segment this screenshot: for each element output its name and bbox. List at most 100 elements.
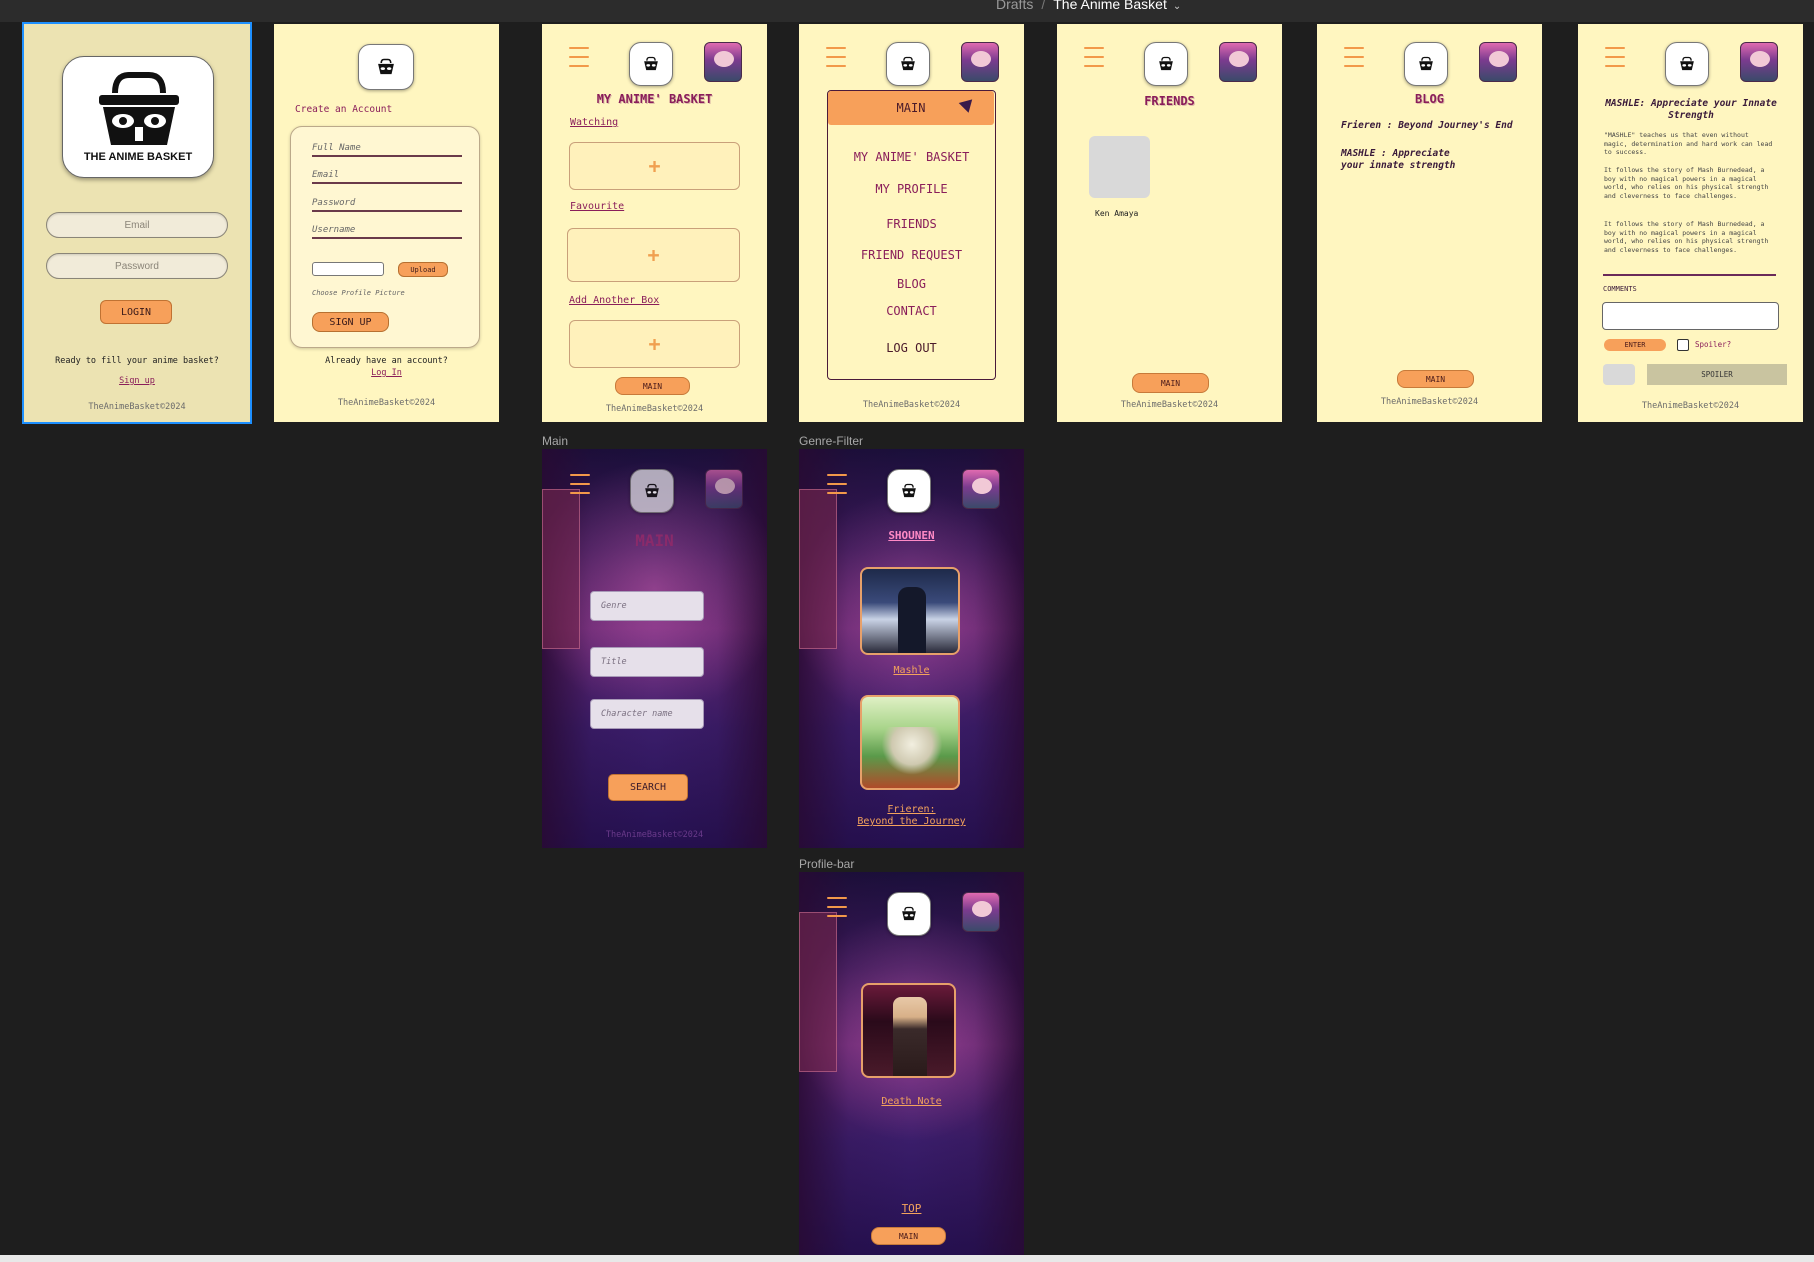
email-field[interactable]: Email bbox=[312, 170, 462, 184]
app-logo bbox=[1665, 42, 1709, 86]
main-button[interactable]: MAIN bbox=[1397, 370, 1474, 388]
search-button[interactable]: SEARCH bbox=[608, 774, 688, 801]
frame-main-search[interactable]: MAIN Genre Title Character name SEARCH T… bbox=[542, 449, 767, 848]
hamburger-menu-icon[interactable] bbox=[827, 474, 847, 496]
title-input[interactable]: Title bbox=[590, 647, 704, 677]
frame-my-basket[interactable]: MY ANIME' BASKET Watching + Favourite + … bbox=[542, 24, 767, 422]
main-button[interactable]: MAIN bbox=[1132, 373, 1209, 393]
poster-mashle[interactable] bbox=[860, 567, 960, 655]
frame-login[interactable]: THE ANIME BASKET Email Password LOGIN Re… bbox=[22, 22, 252, 424]
comment-input[interactable] bbox=[1602, 302, 1779, 330]
frame-blog[interactable]: BLOG Frieren : Beyond Journey's End MASH… bbox=[1317, 24, 1542, 422]
menu-item-main[interactable]: MAIN bbox=[828, 91, 994, 125]
add-another-box-link[interactable]: Add Another Box bbox=[569, 295, 659, 306]
hamburger-menu-icon[interactable] bbox=[1084, 47, 1104, 69]
profile-avatar[interactable] bbox=[1740, 42, 1778, 82]
top-link[interactable]: TOP bbox=[799, 1202, 1024, 1215]
file-path-field[interactable] bbox=[312, 262, 384, 276]
choose-picture-label: Choose Profile Picture bbox=[312, 289, 405, 297]
menu-item-my-basket[interactable]: MY ANIME' BASKET bbox=[828, 150, 995, 164]
login-link[interactable]: Log In bbox=[274, 368, 499, 378]
hamburger-menu-icon[interactable] bbox=[826, 47, 846, 69]
footer-text: TheAnimeBasket©2024 bbox=[1120, 400, 1219, 410]
profile-avatar[interactable] bbox=[704, 42, 742, 82]
spoiler-checkbox[interactable] bbox=[1677, 339, 1689, 351]
nav-menu-panel: MAIN MY ANIME' BASKET MY PROFILE FRIENDS… bbox=[827, 90, 996, 380]
menu-item-friend-request[interactable]: FRIEND REQUEST bbox=[828, 248, 995, 262]
footer-text: TheAnimeBasket©2024 bbox=[862, 400, 961, 410]
new-box-add[interactable]: + bbox=[569, 320, 740, 368]
section-favourite[interactable]: Favourite bbox=[570, 201, 624, 212]
hamburger-menu-icon[interactable] bbox=[570, 474, 590, 496]
watching-box-add[interactable]: + bbox=[569, 142, 740, 190]
spoiler-button[interactable]: SPOILER bbox=[1647, 364, 1787, 385]
genre-input[interactable]: Genre bbox=[590, 591, 704, 621]
post-paragraph: It follows the story of Mash Burnedead, … bbox=[1604, 220, 1769, 254]
menu-item-contact[interactable]: CONTACT bbox=[828, 304, 995, 318]
title-link-mashle[interactable]: Mashle bbox=[799, 665, 1024, 676]
plus-icon: + bbox=[647, 243, 660, 267]
signup-card: Full Name Email Password Username Upload… bbox=[290, 126, 480, 348]
footer-text: TheAnimeBasket©2024 bbox=[605, 404, 704, 414]
upload-button[interactable]: Upload bbox=[398, 262, 448, 277]
blog-entry-mashle[interactable]: MASHLE : Appreciate your innate strength bbox=[1341, 148, 1471, 172]
poster-figure bbox=[882, 727, 942, 785]
character-input[interactable]: Character name bbox=[590, 699, 704, 729]
blog-entry-frieren[interactable]: Frieren : Beyond Journey's End bbox=[1341, 120, 1521, 131]
menu-item-my-profile[interactable]: MY PROFILE bbox=[828, 182, 995, 196]
main-button[interactable]: MAIN bbox=[871, 1227, 946, 1245]
favourite-box-add[interactable]: + bbox=[567, 228, 740, 282]
section-watching[interactable]: Watching bbox=[570, 117, 618, 128]
footer-text: TheAnimeBasket©2024 bbox=[1641, 401, 1740, 411]
profile-avatar[interactable] bbox=[961, 42, 999, 82]
profile-avatar[interactable] bbox=[705, 469, 743, 509]
title-link-frieren-line2[interactable]: Beyond the Journey bbox=[799, 816, 1024, 827]
breadcrumb: Drafts / The Anime Basket ⌄ bbox=[996, 0, 1181, 12]
hamburger-menu-icon[interactable] bbox=[569, 47, 589, 69]
basket-logo-icon bbox=[902, 906, 916, 921]
frame-menu[interactable]: MAIN MY ANIME' BASKET MY PROFILE FRIENDS… bbox=[799, 24, 1024, 422]
hamburger-menu-icon[interactable] bbox=[827, 897, 847, 919]
menu-item-logout[interactable]: LOG OUT bbox=[828, 341, 995, 355]
email-field[interactable]: Email bbox=[46, 212, 228, 238]
profile-avatar[interactable] bbox=[962, 469, 1000, 509]
title-link-death-note[interactable]: Death Note bbox=[799, 1096, 1024, 1107]
spoiler-toggle[interactable] bbox=[1603, 364, 1635, 385]
basket-logo-icon bbox=[1680, 56, 1694, 71]
signup-button[interactable]: SIGN UP bbox=[312, 312, 389, 332]
frame-genre-filter[interactable]: SHOUNEN Mashle Frieren: Beyond the Journ… bbox=[799, 449, 1024, 848]
frame-blog-post[interactable]: MASHLE: Appreciate your Innate Strength … bbox=[1578, 24, 1803, 422]
enter-button[interactable]: ENTER bbox=[1604, 339, 1666, 351]
signup-prompt: Ready to fill your anime basket? bbox=[55, 356, 219, 366]
menu-item-blog[interactable]: BLOG bbox=[828, 277, 995, 291]
hamburger-menu-icon[interactable] bbox=[1344, 47, 1364, 69]
password-field[interactable]: Password bbox=[46, 253, 228, 279]
frame-profile-bar[interactable]: Death Note TOP MAIN bbox=[799, 872, 1024, 1256]
profile-avatar[interactable] bbox=[1219, 42, 1257, 82]
post-divider bbox=[1603, 274, 1776, 276]
main-button[interactable]: MAIN bbox=[615, 377, 690, 395]
password-field[interactable]: Password bbox=[312, 198, 462, 212]
menu-item-friends[interactable]: FRIENDS bbox=[828, 217, 995, 231]
footer-text: TheAnimeBasket©2024 bbox=[605, 830, 704, 840]
frame-signup[interactable]: Create an Account Full Name Email Passwo… bbox=[274, 24, 499, 422]
poster-death-note[interactable] bbox=[861, 983, 956, 1078]
chevron-down-icon[interactable]: ⌄ bbox=[1173, 1, 1181, 12]
breadcrumb-current[interactable]: The Anime Basket bbox=[1053, 0, 1167, 12]
login-button[interactable]: LOGIN bbox=[100, 300, 172, 324]
app-logo bbox=[358, 44, 414, 90]
title-link-frieren-line1[interactable]: Frieren: bbox=[799, 804, 1024, 815]
plus-icon: + bbox=[648, 332, 661, 356]
full-name-field[interactable]: Full Name bbox=[312, 143, 462, 157]
profile-avatar[interactable] bbox=[1479, 42, 1517, 82]
frame-friends[interactable]: FRIENDS Ken Amaya MAIN TheAnimeBasket©20… bbox=[1057, 24, 1282, 422]
breadcrumb-parent[interactable]: Drafts bbox=[996, 0, 1033, 12]
hamburger-menu-icon[interactable] bbox=[1605, 47, 1625, 69]
friend-avatar-placeholder[interactable] bbox=[1089, 136, 1150, 198]
poster-figure bbox=[898, 587, 926, 653]
poster-frieren[interactable] bbox=[860, 695, 960, 790]
profile-avatar[interactable] bbox=[962, 892, 1000, 932]
friend-name[interactable]: Ken Amaya bbox=[1095, 209, 1138, 218]
signup-link[interactable]: Sign up bbox=[24, 376, 250, 386]
username-field[interactable]: Username bbox=[312, 225, 462, 239]
